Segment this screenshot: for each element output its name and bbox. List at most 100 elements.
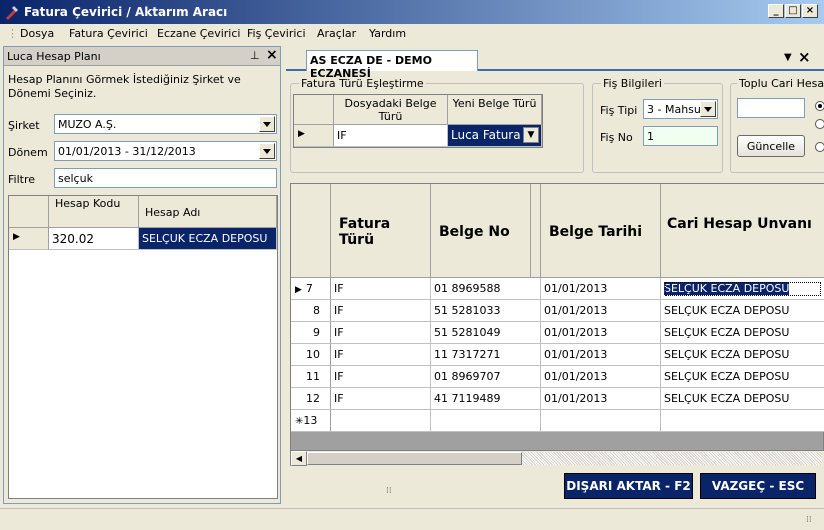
panel-title: Luca Hesap Planı [7,50,101,63]
donem-select[interactable]: 01/01/2013 - 31/12/2013 [54,141,277,161]
disari-aktar-button[interactable]: DIŞARI AKTAR - F2 [564,473,693,499]
cell-belge-no[interactable]: 11 7317271 [431,344,541,366]
vazgec-button[interactable]: VAZGEÇ - ESC [700,473,816,499]
cell-cari-hesap[interactable]: SELÇUK ECZA DEPOSU [661,388,824,410]
cell-belge-tarihi[interactable]: 01/01/2013 [541,366,661,388]
toplu-cari-title: Toplu Cari Hesap [737,77,824,90]
menu-eczane-cevirici[interactable]: Eczane Çevirici [157,27,240,40]
sirket-value: MUZO A.Ş. [58,118,117,131]
new-row-cell[interactable] [661,410,824,432]
resize-grip-icon[interactable]: ⁞⁞ [806,515,812,525]
row-number[interactable]: ▶ 7 [291,278,331,300]
menu-araclar[interactable]: Araçlar [317,27,356,40]
menu-fis-cevirici[interactable]: Fiş Çevirici [247,27,306,40]
close-button[interactable]: × [802,4,818,18]
header-dosyadaki[interactable]: Dosyadaki Belge Türü [334,95,448,125]
radio-option-1[interactable] [815,101,824,111]
cell-belge-tarihi[interactable]: 01/01/2013 [541,322,661,344]
cell-cari-hesap[interactable]: SELÇUK ECZA DEPOSU [661,278,824,300]
cell-belge-tarihi[interactable]: 01/01/2013 [541,344,661,366]
row-number[interactable]: 12 [291,388,331,410]
row-number[interactable]: 10 [291,344,331,366]
cell-belge-no[interactable]: 01 8969588 [431,278,541,300]
header-belge-no[interactable]: Belge No [431,184,531,278]
cell-fatura-turu[interactable]: IF [331,300,431,322]
cell-fatura-turu[interactable]: IF [331,366,431,388]
row-indicator: ▶ [294,125,334,147]
table-cell-selected[interactable]: SELÇUK ECZA DEPOSU [139,228,277,250]
new-row-cell[interactable] [541,410,661,432]
header-cari-hesap[interactable]: Cari Hesap Unvanı [661,184,824,278]
cell-cari-hesap[interactable]: SELÇUK ECZA DEPOSU [661,322,824,344]
cell-fatura-turu[interactable]: IF [331,344,431,366]
radio-option-3[interactable] [815,142,824,152]
pin-icon[interactable]: ⊥ [250,49,260,62]
cell-belge-no[interactable]: 01 8969707 [431,366,541,388]
header-belge-tarihi[interactable]: Belge Tarihi [541,184,661,278]
sirket-select[interactable]: MUZO A.Ş. [54,114,277,134]
cell-belge-no[interactable]: 51 5281033 [431,300,541,322]
new-row-cell[interactable] [431,410,541,432]
header-yeni-belge[interactable]: Yeni Belge Türü [448,95,542,125]
cell-fatura-turu[interactable]: IF [331,278,431,300]
tab-close-icon[interactable]: × [798,48,811,66]
maximize-button[interactable]: □ [785,4,801,18]
fis-tipi-select[interactable]: 3 - Mahsu [643,99,718,119]
chevron-down-icon[interactable]: ▼ [523,127,539,143]
horizontal-scrollbar[interactable]: ◀ [291,450,824,466]
cell-belge-tarihi[interactable]: 01/01/2013 [541,278,661,300]
grid-corner [294,95,334,125]
cell-belge-no[interactable]: 51 5281049 [431,322,541,344]
chevron-down-icon[interactable] [259,143,275,159]
tab-dropdown-icon[interactable]: ▼ [784,52,792,63]
fis-no-value: 1 [647,130,654,143]
header-spacer [531,184,541,278]
yeni-belge-select[interactable]: Luca Fatura ▼ [448,125,542,147]
title-bar: Fatura Çevirici / Aktarım Aracı _ □ × [0,0,824,24]
fis-tipi-label: Fiş Tipi [600,104,638,117]
fatura-grid: Fatura Türü Belge No Belge Tarihi Cari H… [290,183,824,466]
scroll-left-icon[interactable]: ◀ [291,451,307,466]
fatura-turu-title: Fatura Türü Eşleştirme [299,77,426,90]
new-row-indicator[interactable]: ✳13 [291,410,331,432]
cell-belge-tarihi[interactable]: 01/01/2013 [541,300,661,322]
row-number[interactable]: 8 [291,300,331,322]
cell-fatura-turu[interactable]: IF [331,322,431,344]
window-title: Fatura Çevirici / Aktarım Aracı [24,5,228,19]
table-cell[interactable]: IF [334,125,448,147]
cell-fatura-turu[interactable]: IF [331,388,431,410]
cell-cari-hesap[interactable]: SELÇUK ECZA DEPOSU [661,300,824,322]
minimize-button[interactable]: _ [768,4,784,18]
menu-fatura-cevirici[interactable]: Fatura Çevirici [69,27,148,40]
close-icon[interactable]: × [266,47,278,63]
document-panel: AS ECZA DE - DEMO ECZANESİ ▼ × Fatura Tü… [286,46,824,504]
row-number[interactable]: 11 [291,366,331,388]
cell-cari-hesap[interactable]: SELÇUK ECZA DEPOSU [661,366,824,388]
cell-belge-no[interactable]: 41 7119489 [431,388,541,410]
menu-yardim[interactable]: Yardım [369,27,406,40]
row-number[interactable]: 9 [291,322,331,344]
tab-as-ecza[interactable]: AS ECZA DE - DEMO ECZANESİ [306,50,478,80]
menu-dosya[interactable]: Dosya [20,27,54,40]
status-bar: ⁞⁞ [0,508,824,530]
cell-cari-hesap[interactable]: SELÇUK ECZA DEPOSU [661,344,824,366]
cell-belge-tarihi[interactable]: 01/01/2013 [541,388,661,410]
tab-strip: AS ECZA DE - DEMO ECZANESİ ▼ × [286,46,824,80]
guncelle-button[interactable]: Güncelle [737,135,805,157]
header-hesap-adi[interactable]: Hesap Adı [139,196,277,228]
table-cell[interactable]: 320.02 [49,228,139,250]
fis-tipi-value: 3 - Mahsu [647,103,701,116]
resize-grip-icon[interactable]: ⁞⁞ [386,486,392,496]
filtre-input[interactable]: selçuk [54,168,277,188]
fis-no-input[interactable]: 1 [643,126,718,146]
header-fatura-turu[interactable]: Fatura Türü [331,184,431,278]
new-row-cell[interactable] [331,410,431,432]
chevron-down-icon[interactable] [700,101,716,117]
menu-bar: ⋮ Dosya Fatura Çevirici Eczane Çevirici … [0,24,824,44]
scroll-thumb[interactable] [307,452,522,465]
chevron-down-icon[interactable] [259,116,275,132]
header-hesap-kodu[interactable]: Hesap Kodu [49,196,139,228]
toplu-cari-input[interactable] [737,98,805,118]
grid-corner [291,184,331,278]
radio-option-2[interactable] [815,119,824,129]
